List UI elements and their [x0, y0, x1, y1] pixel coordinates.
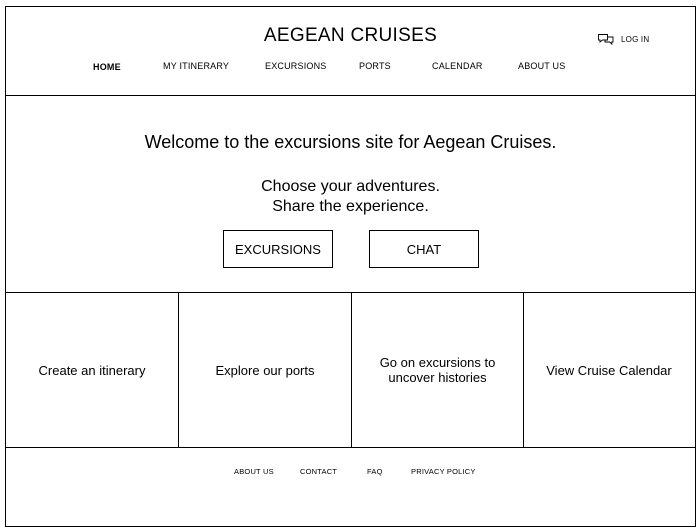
tagline: Choose your adventures. Share the experi…	[6, 177, 695, 217]
footer-faq[interactable]: FAQ	[367, 467, 383, 476]
site-title: AEGEAN CRUISES	[263, 25, 438, 46]
chat-button[interactable]: CHAT	[369, 230, 479, 268]
nav-calendar[interactable]: CALENDAR	[432, 61, 483, 71]
site-footer: ABOUT US CONTACT FAQ PRIVACY POLICY	[6, 448, 695, 526]
card-excursions[interactable]: Go on excursions to uncover histories	[351, 293, 523, 447]
card-explore-ports[interactable]: Explore our ports	[178, 293, 351, 447]
page-frame: AEGEAN CRUISES LOG IN HOME MY ITINERARY …	[5, 6, 696, 527]
nav-home[interactable]: HOME	[93, 62, 121, 72]
chat-bubbles-icon	[598, 34, 614, 46]
hero-section: Welcome to the excursions site for Aegea…	[6, 96, 695, 293]
login-link[interactable]: LOG IN	[597, 32, 649, 46]
login-label: LOG IN	[621, 34, 650, 44]
tagline-line-2: Share the experience.	[272, 198, 429, 215]
nav-my-itinerary[interactable]: MY ITINERARY	[163, 61, 229, 71]
feature-cards: Create an itinerary Explore our ports Go…	[6, 293, 695, 448]
footer-about-us[interactable]: ABOUT US	[234, 467, 274, 476]
footer-contact[interactable]: CONTACT	[300, 467, 337, 476]
nav-excursions[interactable]: EXCURSIONS	[265, 61, 327, 71]
site-header: AEGEAN CRUISES LOG IN HOME MY ITINERARY …	[6, 7, 695, 96]
card-create-itinerary[interactable]: Create an itinerary	[6, 293, 178, 447]
nav-about-us[interactable]: ABOUT US	[518, 61, 565, 71]
excursions-button[interactable]: EXCURSIONS	[223, 230, 333, 268]
tagline-line-1: Choose your adventures.	[261, 178, 440, 195]
nav-ports[interactable]: PORTS	[359, 61, 391, 71]
card-cruise-calendar[interactable]: View Cruise Calendar	[523, 293, 694, 447]
footer-privacy-policy[interactable]: PRIVACY POLICY	[411, 467, 476, 476]
welcome-text: Welcome to the excursions site for Aegea…	[144, 132, 557, 152]
